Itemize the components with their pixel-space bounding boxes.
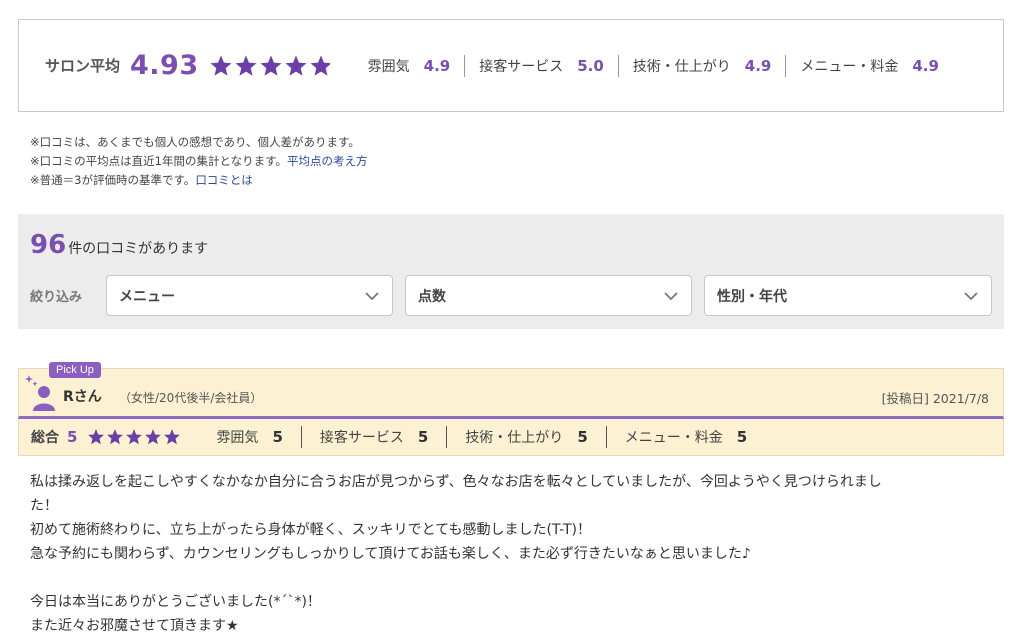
star-icon [145,429,162,445]
star-icon [88,429,105,445]
overall-value: 5 [67,428,78,446]
reviewer-name: Rさん [63,389,102,405]
rating-label: メニュー・料金 [800,58,899,75]
review-score-bar: 総合 5 雰囲気 5 接客サービス 5 技術・仕上がり 5 メニュー・料金 5 [18,419,1004,456]
review-line: 今日は本当にありがとうございました(*´`*)！ [30,594,321,610]
review-rating-technique: 技術・仕上がり 5 [446,426,605,448]
star-icon [285,55,307,76]
salon-sub-ratings: 雰囲気 4.9 接客サービス 5.0 技術・仕上がり 4.9 メニュー・料金 4… [368,54,953,77]
note-text: ※普通＝3が評価時の基準です。 [30,173,196,187]
rating-value: 4.9 [744,56,772,75]
average-explanation-link[interactable]: 平均点の考え方 [287,154,368,168]
user-avatar-icon [33,386,55,411]
chevron-down-icon [964,291,978,300]
review-card: Pick Up Rさん （女性/20代後半/会社員） [投稿日] 2021/7/… [18,362,1004,644]
review-count: 96 件の口コミがあります [30,230,208,260]
rating-value: 5 [272,428,283,446]
select-value: 点数 [418,288,446,305]
salon-average-stars [209,54,334,78]
review-line: 初めて施術終わりに、立ち上がったら身体が軽く、スッキリでとても感動しました(T-… [30,522,591,538]
note-text: ※口コミは、あくまでも個人の感想であり、個人差があります。 [30,135,360,149]
review-rating-service: 接客サービス 5 [300,426,446,448]
menu-select[interactable]: メニュー [106,275,393,316]
star-icon [260,55,282,76]
note-line: ※口コミは、あくまでも個人の感想であり、個人差があります。 [30,133,367,152]
rating-value: 5 [577,428,588,446]
salon-average-score: 4.93 [130,50,199,81]
review-line: た！ [30,498,58,514]
rating-menu-price: メニュー・料金 4.9 [785,54,953,77]
chevron-down-icon [365,291,379,300]
rating-label: 雰囲気 [216,430,259,446]
star-icon [210,55,232,76]
review-rating-atmosphere: 雰囲気 5 [202,426,300,448]
review-body: 私は揉み返しを起こしやすくなかなか自分に合うお店が見つからず、色々なお店を転々と… [30,470,992,638]
rating-label: 雰囲気 [367,58,410,75]
review-notes: ※口コミは、あくまでも個人の感想であり、個人差があります。 ※口コミの平均点は直… [30,133,367,190]
reviewer-attributes: （女性/20代後半/会社員） [119,391,263,405]
about-reviews-link[interactable]: 口コミとは [195,173,253,187]
review-count-number: 96 [30,230,67,260]
star-icon [310,55,332,76]
rating-value: 5.0 [577,56,604,75]
select-value: メニュー [119,288,175,305]
salon-average-box: サロン平均 4.93 雰囲気 4.9 接客サービス 5.0 技術・仕上がり 4.… [18,19,1004,112]
rating-value: 4.9 [912,56,939,75]
rating-label: 接客サービス [479,58,564,75]
rating-value: 4.9 [423,56,451,75]
note-line: ※口コミの平均点は直近1年間の集計となります。平均点の考え方 [30,152,367,171]
review-line: 私は揉み返しを起こしやすくなかなか自分に合うお店が見つからず、色々なお店を転々と… [30,474,882,490]
review-line: 急な予約にも関わらず、カウンセリングもしっかりして頂けてお話も楽しく、また必ず行… [30,546,751,562]
filter-label: 絞り込み [30,290,83,305]
rating-label: 技術・仕上がり [632,58,731,75]
rating-atmosphere: 雰囲気 4.9 [368,55,465,77]
chevron-down-icon [664,291,678,300]
review-rating-menu-price: メニュー・料金 5 [605,426,765,448]
select-value: 性別・年代 [717,288,787,305]
note-text: ※口コミの平均点は直近1年間の集計となります。 [30,154,287,168]
review-line: また近々お邪魔させて頂きます★ [30,618,239,634]
review-stars [87,428,182,446]
pickup-badge: Pick Up [49,362,101,378]
star-icon [126,429,143,445]
star-icon [107,429,124,445]
star-icon [235,55,257,76]
rating-label: 技術・仕上がり [465,430,564,446]
overall-label: 総合 [31,430,59,446]
filter-panel: 96 件の口コミがあります 絞り込み メニュー 点数 性別・年代 [18,214,1004,329]
rating-value: 5 [736,428,748,446]
rating-technique: 技術・仕上がり 4.9 [617,54,786,77]
review-count-text: 件の口コミがあります [68,241,209,257]
salon-average-label: サロン平均 [45,57,121,75]
star-icon [164,429,181,445]
review-line [30,566,992,590]
note-line: ※普通＝3が評価時の基準です。口コミとは [30,171,367,190]
rating-label: メニュー・料金 [624,430,723,446]
post-date: [投稿日] 2021/7/8 [881,391,989,406]
rating-label: 接客サービス [319,430,404,446]
score-select[interactable]: 点数 [405,275,692,316]
rating-service: 接客サービス 5.0 [464,54,618,77]
gender-age-select[interactable]: 性別・年代 [704,275,992,316]
review-header: Pick Up Rさん （女性/20代後半/会社員） [投稿日] 2021/7/… [18,362,1004,419]
rating-value: 5 [417,428,429,446]
